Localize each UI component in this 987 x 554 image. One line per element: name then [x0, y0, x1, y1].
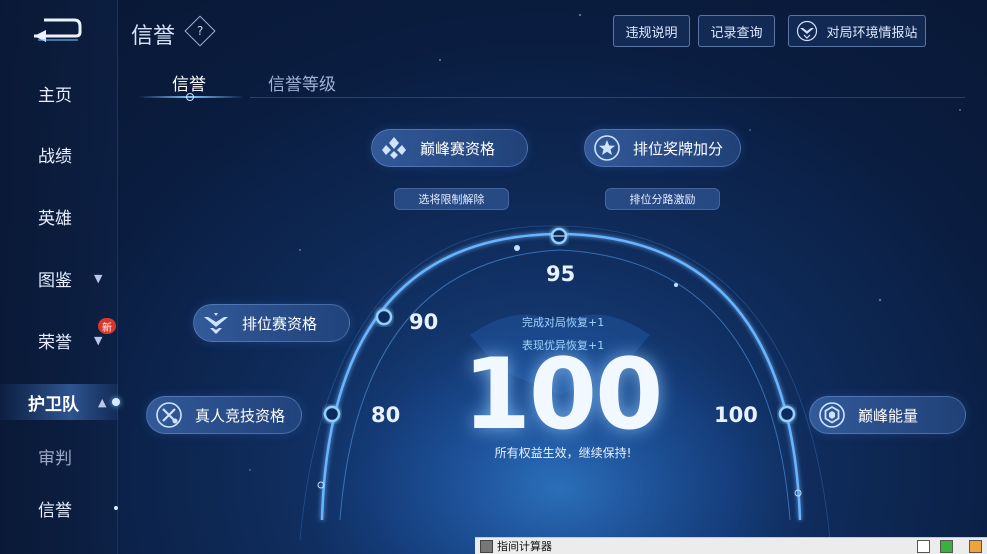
minimize-icon[interactable] [917, 540, 930, 553]
calculator-app-icon [480, 539, 493, 553]
pill-label: 巅峰能量 [858, 406, 919, 425]
pill-label: 巅峰赛资格 [420, 139, 496, 158]
threshold-100: 100 [714, 403, 758, 427]
peak-qualification-pill[interactable]: 巅峰赛资格 [371, 129, 528, 167]
peak-sub-pill: 选将限制解除 [394, 188, 509, 210]
arc-spark [674, 283, 678, 287]
energy-hexagon-icon [819, 402, 845, 428]
peak-energy-pill[interactable]: 巅峰能量 [809, 396, 966, 434]
crossed-swords-icon [156, 402, 182, 428]
recover-match-text: 完成对局恢复+1 [522, 316, 605, 329]
node-90 [375, 308, 393, 326]
pill-label: 排位奖牌加分 [633, 139, 724, 158]
ranked-qualification-pill[interactable]: 排位赛资格 [193, 304, 350, 342]
window-title: 指间计算器 [497, 540, 552, 553]
credit-arc [299, 225, 831, 554]
maximize-icon[interactable] [940, 540, 953, 553]
ranked-medal-sub-pill: 排位分路激励 [605, 188, 720, 210]
threshold-90: 90 [409, 310, 439, 334]
close-icon[interactable] [969, 540, 982, 553]
node-80 [323, 405, 341, 423]
real-person-pill[interactable]: 真人竞技资格 [146, 396, 302, 434]
credit-score: 100 [462, 338, 664, 452]
medal-icon [594, 135, 620, 161]
arc-spark [514, 245, 520, 251]
pill-label: 排位赛资格 [242, 314, 318, 333]
calculator-window-bar[interactable]: 指间计算器 [475, 537, 987, 554]
threshold-95: 95 [546, 262, 576, 286]
threshold-80: 80 [371, 403, 401, 427]
node-100 [778, 405, 796, 423]
status-text: 所有权益生效，继续保持! [494, 446, 632, 460]
pill-label: 真人竞技资格 [195, 406, 286, 425]
ranked-wings-icon [204, 313, 228, 334]
ranked-medal-pill[interactable]: 排位奖牌加分 [584, 129, 741, 167]
pill-sub-label: 排位分路激励 [629, 193, 696, 206]
peak-qualification-icon [382, 137, 406, 159]
pill-sub-label: 选将限制解除 [418, 193, 485, 206]
